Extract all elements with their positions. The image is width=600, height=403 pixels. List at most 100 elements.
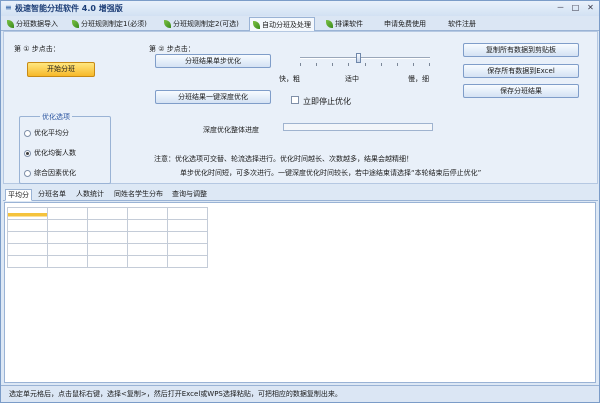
leaf-icon [253, 20, 260, 29]
note-line-1: 注意：优化选项可交替、轮流选择进行。优化时间越长、次数越多，结果会越精细！ [154, 155, 413, 163]
result-tab-bar: 平均分 分班名单 人数统计 同姓名学生分布 查询与调整 [3, 188, 598, 201]
option-average-score[interactable]: 优化平均分 [24, 128, 69, 138]
grid-cell[interactable] [47, 219, 88, 232]
grid-cell[interactable] [47, 207, 88, 220]
title-bar[interactable]: ≡ 极速智能分班软件 4.0 增强版 － □ ✕ [1, 1, 599, 16]
speed-medium-label: 适中 [345, 75, 359, 83]
radio-button[interactable] [24, 169, 31, 177]
window-title: 极速智能分班软件 4.0 增强版 [15, 4, 123, 13]
grid-cell[interactable] [47, 243, 88, 256]
option-balanced-count[interactable]: 优化均衡人数 [24, 148, 76, 158]
tab-rules-2[interactable]: 分班规则制定2(可选) [161, 17, 242, 31]
optimize-options-group: 优化选项 优化平均分 优化均衡人数 综合因素优化 [19, 112, 111, 184]
result-tab-query-adjust[interactable]: 查询与调整 [170, 189, 209, 201]
leaf-icon [164, 20, 171, 28]
tab-auto-divide[interactable]: 自动分班及处理 [249, 17, 315, 32]
grid-cell[interactable] [7, 243, 48, 256]
radio-button[interactable] [24, 129, 31, 137]
result-tab-class-list[interactable]: 分班名单 [36, 189, 68, 201]
grid-cell[interactable] [167, 219, 208, 232]
grid-cell[interactable] [127, 243, 168, 256]
speed-fast-label: 快，粗 [279, 75, 300, 83]
note-line-2: 单步优化时间短，可多次进行。一键深度优化时间较长，若中途结束请选择“本轮结束后停… [180, 169, 482, 177]
slider-tick [332, 63, 333, 66]
copy-all-clipboard-button[interactable]: 复制所有数据到剪贴板 [463, 43, 579, 57]
speed-slow-label: 慢，细 [408, 75, 429, 83]
grid-cell[interactable] [87, 255, 128, 268]
result-tab-same-name[interactable]: 同姓名学生分布 [112, 189, 165, 201]
grid-cell[interactable] [7, 207, 48, 220]
minimize-button[interactable]: － [556, 3, 565, 13]
grid-cell[interactable] [7, 231, 48, 244]
status-bar: 选定单元格后，点击鼠标右键，选择<复制>，然后打开Excel或WPS选择粘贴，可… [1, 385, 599, 402]
grid-cell[interactable] [167, 255, 208, 268]
option-label: 优化均衡人数 [34, 149, 76, 157]
result-grid-area [4, 202, 596, 383]
leaf-icon [326, 20, 333, 28]
grid-cell[interactable] [127, 219, 168, 232]
grid-cell[interactable] [167, 231, 208, 244]
save-excel-button[interactable]: 保存所有数据到Excel [463, 64, 579, 78]
slider-tick [300, 63, 301, 66]
tab-label: 分班规则制定1(必须) [81, 20, 147, 28]
tab-data-import[interactable]: 分班数据导入 [4, 17, 61, 31]
result-tab-headcount[interactable]: 人数统计 [74, 189, 106, 201]
status-text: 选定单元格后，点击鼠标右键，选择<复制>，然后打开Excel或WPS选择粘贴，可… [9, 390, 342, 398]
slider-tick [413, 63, 414, 66]
table-row [7, 207, 208, 220]
main-tab-bar: 分班数据导入 分班规则制定1(必须) 分班规则制定2(可选) 自动分班及处理 排… [1, 16, 599, 32]
grid-cell[interactable] [7, 219, 48, 232]
grid-cell[interactable] [87, 231, 128, 244]
speed-slider[interactable] [300, 53, 430, 66]
slider-tick [348, 63, 349, 66]
app-window: ≡ 极速智能分班软件 4.0 增强版 － □ ✕ 分班数据导入 分班规则制定1(… [0, 0, 600, 403]
result-tab-average[interactable]: 平均分 [5, 189, 32, 201]
option-combined[interactable]: 综合因素优化 [24, 168, 76, 178]
tab-rules-1[interactable]: 分班规则制定1(必须) [69, 17, 150, 31]
tab-label: 分班规则制定2(可选) [173, 20, 239, 28]
grid-cell[interactable] [87, 207, 128, 220]
slider-tick [316, 63, 317, 66]
tab-label: 分班数据导入 [16, 20, 58, 28]
deep-optimize-button[interactable]: 分班结果一键深度优化 [155, 90, 271, 104]
table-row [7, 255, 208, 268]
grid-cell[interactable] [127, 207, 168, 220]
tab-free-trial[interactable]: 申请免费使用 [381, 17, 429, 31]
grid-cell[interactable] [127, 231, 168, 244]
maximize-button[interactable]: □ [571, 3, 580, 13]
tab-label: 自动分班及处理 [262, 20, 311, 29]
grid-cell[interactable] [87, 219, 128, 232]
option-label: 综合因素优化 [34, 169, 76, 177]
grid-cell[interactable] [47, 231, 88, 244]
grid-cell[interactable] [127, 255, 168, 268]
step2-label: 第 ② 步点击： [149, 45, 195, 53]
grid-cell[interactable] [167, 207, 208, 220]
tab-scheduling[interactable]: 排课软件 [323, 17, 366, 31]
leaf-icon [7, 20, 14, 28]
app-menu-icon[interactable]: ≡ [5, 4, 13, 12]
stop-optimize-checkbox[interactable] [291, 96, 299, 104]
option-label: 优化平均分 [34, 129, 69, 137]
tab-register[interactable]: 软件注册 [445, 17, 479, 31]
leaf-icon [72, 20, 79, 28]
table-row [7, 231, 208, 244]
radio-button[interactable] [24, 149, 31, 157]
auto-divide-panel: 第 ① 步点击： 开始分班 优化选项 优化平均分 优化均衡人数 综合因素优化 第… [3, 31, 598, 184]
slider-thumb[interactable] [356, 53, 361, 63]
slider-tick [429, 63, 430, 66]
progress-label: 深度优化整体进度 [203, 126, 259, 134]
save-result-button[interactable]: 保存分班结果 [463, 84, 579, 98]
deep-optimize-progress-bar [283, 123, 433, 131]
group-title: 优化选项 [40, 112, 72, 122]
close-button[interactable]: ✕ [586, 3, 595, 13]
grid-cell[interactable] [87, 243, 128, 256]
grid-cell[interactable] [167, 243, 208, 256]
grid-cell[interactable] [7, 255, 48, 268]
start-divide-button[interactable]: 开始分班 [27, 62, 95, 77]
stop-optimize-label: 立即停止优化 [303, 97, 351, 106]
result-grid [7, 207, 208, 268]
slider-tick [397, 63, 398, 66]
single-step-optimize-button[interactable]: 分班结果单步优化 [155, 54, 271, 68]
grid-cell[interactable] [47, 255, 88, 268]
tab-label: 排课软件 [335, 20, 363, 28]
